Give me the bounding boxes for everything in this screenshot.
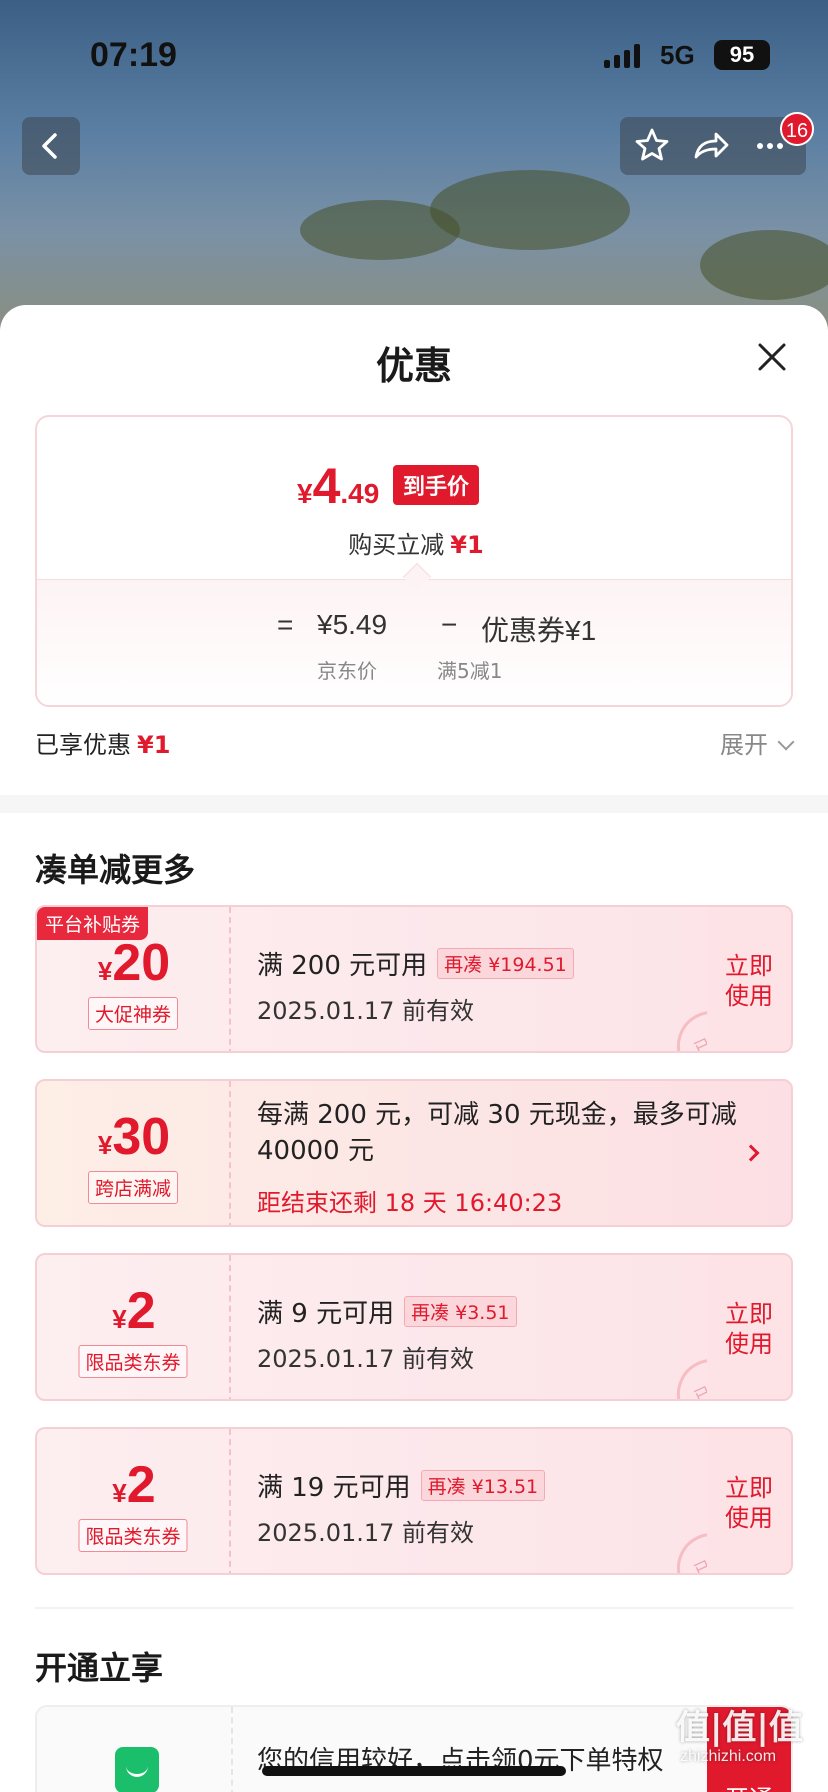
watermark-url: zhizhizhi.com bbox=[680, 1748, 777, 1765]
coupon-amount: ¥2 bbox=[37, 1455, 231, 1515]
coupon-card[interactable]: ¥30 跨店满减 每满 200 元，可减 30 元现金，最多可减 40000 元… bbox=[35, 1079, 793, 1227]
coupon-left: ¥2 限品类东券 bbox=[37, 1255, 231, 1399]
status-time: 07:19 bbox=[90, 36, 177, 74]
coupon-type: 大促神券 bbox=[87, 997, 179, 1030]
final-price: ¥4.49 bbox=[297, 457, 379, 515]
share-button[interactable] bbox=[680, 117, 740, 175]
enjoyed-discount: 已享优惠 ¥1 bbox=[35, 725, 170, 760]
status-bar: 07:19 5G 95 bbox=[0, 30, 828, 80]
favorite-button[interactable] bbox=[620, 117, 680, 175]
direct-cut: 购买立减 ¥1 bbox=[37, 525, 791, 560]
coupon-date: 2025.01.17 前有效 bbox=[257, 1345, 475, 1373]
coupon-deduct: 优惠券¥1 bbox=[481, 615, 597, 646]
share-icon bbox=[694, 132, 729, 159]
sheet-title: 优惠 bbox=[375, 344, 452, 388]
battery-icon: 95 bbox=[714, 40, 770, 70]
coupon-amount: ¥30 bbox=[37, 1107, 231, 1167]
coupon-type: 限品类东券 bbox=[78, 1519, 188, 1552]
use-now-button[interactable]: 立即 使用 bbox=[707, 1429, 791, 1573]
final-price-integer: 4 bbox=[312, 458, 341, 514]
coupon-condition-text: 满 19 元可用 bbox=[257, 1473, 411, 1503]
jd-price-label: 京东价 bbox=[317, 659, 377, 683]
coupon-condition: 满 200 元可用 再凑 ¥194.51 bbox=[257, 945, 574, 982]
shopping-bag-icon bbox=[115, 1747, 159, 1792]
coupon-currency: ¥ bbox=[112, 1304, 127, 1334]
use-now-label: 立即 使用 bbox=[725, 1300, 773, 1358]
coupon-type: 跨店满减 bbox=[87, 1171, 179, 1204]
close-button[interactable] bbox=[754, 339, 790, 375]
coupon-condition-text: 满 9 元可用 bbox=[257, 1299, 395, 1329]
coupon-condition: 满 19 元可用 再凑 ¥13.51 bbox=[257, 1467, 546, 1504]
enjoyed-value: ¥1 bbox=[137, 731, 171, 759]
coupon-type: 限品类东券 bbox=[78, 1345, 188, 1378]
chevron-left-icon bbox=[42, 133, 57, 159]
coupon-amount-value: 2 bbox=[126, 1456, 156, 1514]
coupon-rule: 满5减1 bbox=[437, 659, 503, 683]
direct-cut-label: 购买立减 bbox=[348, 531, 445, 559]
coupon-amount: ¥2 bbox=[37, 1281, 231, 1341]
expand-button[interactable]: 展开 bbox=[720, 725, 795, 760]
section-separator bbox=[35, 1607, 793, 1609]
section-title-more: 凑单减更多 bbox=[35, 851, 196, 889]
jd-price: ¥5.49 bbox=[317, 609, 388, 640]
coupon-condition: 满 9 元可用 再凑 ¥3.51 bbox=[257, 1293, 517, 1330]
enjoyed-label: 已享优惠 bbox=[35, 731, 131, 759]
coupon-countdown: 距结束还剩 18 天 16:40:23 bbox=[257, 1189, 563, 1217]
coupon-card[interactable]: ¥20 大促神券 平台补贴券 满 200 元可用 再凑 ¥194.51 2025.… bbox=[35, 905, 793, 1053]
use-now-button[interactable]: 立即 使用 bbox=[707, 1255, 791, 1399]
coupon-card[interactable]: ¥2 限品类东券 满 19 元可用 再凑 ¥13.51 2025.01.17 前有… bbox=[35, 1427, 793, 1575]
coupon-addon: 再凑 ¥3.51 bbox=[404, 1296, 517, 1327]
coupon-date: 2025.01.17 前有效 bbox=[257, 997, 475, 1025]
use-now-button[interactable]: 立即 使用 bbox=[707, 907, 791, 1051]
final-price-tag: 到手价 bbox=[393, 465, 480, 505]
star-icon bbox=[635, 128, 669, 161]
chevron-down-icon bbox=[777, 733, 795, 751]
top-toolbar bbox=[620, 117, 806, 175]
coupon-currency: ¥ bbox=[112, 1478, 127, 1508]
price-breakdown-card: ¥4.49 到手价 购买立减 ¥1 = ¥5.49 − 优惠券¥1 京东价 满5减… bbox=[35, 415, 793, 707]
notification-badge: 16 bbox=[780, 112, 814, 146]
final-price-decimal: .49 bbox=[340, 478, 380, 509]
coupon-addon: 再凑 ¥194.51 bbox=[437, 948, 574, 979]
watermark-logo: 值|值|值 bbox=[676, 1708, 803, 1748]
coupon-amount: ¥20 bbox=[37, 933, 231, 993]
coupon-amount-value: 20 bbox=[112, 934, 171, 992]
coupon-addon: 再凑 ¥13.51 bbox=[420, 1470, 546, 1501]
coupon-currency: ¥ bbox=[97, 1130, 113, 1160]
discount-sheet: 优惠 ¥4.49 到手价 购买立减 ¥1 = ¥5.49 − 优惠券¥1 京东价 … bbox=[0, 305, 828, 1792]
card-separator bbox=[231, 1707, 233, 1792]
coupon-left: ¥2 限品类东券 bbox=[37, 1429, 231, 1573]
use-now-label: 立即 使用 bbox=[725, 952, 773, 1010]
coupon-amount-value: 2 bbox=[126, 1282, 156, 1340]
coupon-card[interactable]: ¥2 限品类东券 满 9 元可用 再凑 ¥3.51 2025.01.17 前有效 … bbox=[35, 1253, 793, 1401]
coupon-currency: ¥ bbox=[97, 956, 113, 986]
direct-cut-value: ¥1 bbox=[450, 531, 484, 559]
section-divider bbox=[0, 795, 828, 813]
coupon-corner-tag: 平台补贴券 bbox=[37, 907, 149, 940]
coupon-condition-text: 满 200 元可用 bbox=[257, 951, 428, 981]
coupon-amount-value: 30 bbox=[112, 1108, 171, 1166]
signal-icon bbox=[604, 42, 648, 68]
section-title-open: 开通立享 bbox=[35, 1649, 164, 1687]
coupon-description: 每满 200 元，可减 30 元现金，最多可减 40000 元 bbox=[257, 1100, 737, 1166]
back-button[interactable] bbox=[22, 117, 80, 175]
network-type: 5G bbox=[660, 40, 695, 70]
close-icon bbox=[758, 343, 786, 371]
equals-sign: = bbox=[277, 609, 294, 640]
home-indicator[interactable] bbox=[262, 1766, 566, 1776]
minus-sign: − bbox=[441, 609, 458, 640]
coupon-date: 2025.01.17 前有效 bbox=[257, 1519, 475, 1547]
price-calc-area bbox=[37, 579, 791, 705]
expand-label: 展开 bbox=[720, 731, 768, 759]
currency-symbol: ¥ bbox=[297, 478, 313, 509]
coupon-left: ¥30 跨店满减 bbox=[37, 1081, 231, 1225]
use-now-label: 立即 使用 bbox=[725, 1474, 773, 1532]
